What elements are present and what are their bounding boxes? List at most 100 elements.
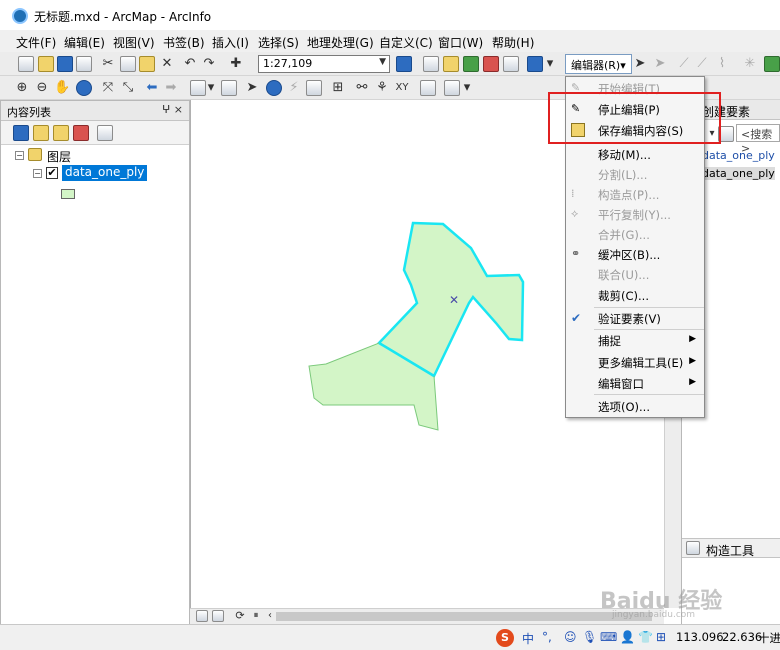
menu-customize[interactable]: 自定义(C)	[379, 34, 433, 51]
zoom-in-icon[interactable]: ⊕	[14, 80, 30, 96]
menu-windows[interactable]: 窗口(W)	[438, 34, 483, 51]
menu-edit[interactable]: 编辑(E)	[64, 34, 105, 51]
delete-icon[interactable]: ✕	[159, 56, 175, 72]
select-features-icon[interactable]	[190, 80, 206, 96]
find-route-icon[interactable]: ⚘	[374, 80, 390, 96]
collapse-icon[interactable]: −	[15, 151, 24, 160]
menu-item-move[interactable]: 移动(M)...	[566, 144, 704, 164]
menu-item-union[interactable]: 联合(U)...	[566, 264, 704, 284]
menu-insert[interactable]: 插入(I)	[212, 34, 249, 51]
menu-item-split[interactable]: 分割(L)...	[566, 164, 704, 184]
toolbar-overflow-icon[interactable]: ▾	[545, 56, 555, 72]
menu-item-copy-parallel[interactable]: ⟡ 平行复制(Y)...	[566, 204, 704, 224]
menu-view[interactable]: 视图(V)	[113, 34, 155, 51]
time-slider-icon[interactable]	[420, 80, 436, 96]
copy-icon[interactable]	[120, 56, 136, 72]
layer-symbol-swatch[interactable]	[61, 189, 75, 199]
add-data-icon[interactable]: ✚	[228, 56, 244, 72]
end-point-arc-icon[interactable]: ⟋	[694, 56, 710, 72]
viewer-window-icon[interactable]	[444, 80, 460, 96]
menu-help[interactable]: 帮助(H)	[492, 34, 534, 51]
go-to-xy-icon[interactable]: XY	[394, 80, 410, 96]
trace-icon[interactable]: ⌇	[714, 56, 730, 72]
menu-item-editing-windows[interactable]: 编辑窗口 ▶	[566, 373, 704, 393]
menu-item-validate-features[interactable]: ✔ 验证要素(V)	[566, 308, 704, 328]
layers-group-label[interactable]: 图层	[47, 148, 71, 165]
select-elements-icon[interactable]: ➤	[244, 80, 260, 96]
editor-toolbar-icon[interactable]	[396, 56, 412, 72]
sketch-properties-icon[interactable]	[764, 56, 780, 72]
map-horizontal-scrollbar[interactable]: ⟳ ⏸ ‹	[190, 608, 664, 624]
voice-input-icon[interactable]: 🎙	[582, 630, 597, 644]
go-back-icon[interactable]: ⬅	[144, 80, 160, 96]
toc-options-icon[interactable]	[97, 125, 113, 141]
measure-icon[interactable]: ⊞	[330, 80, 346, 96]
data-view-icon[interactable]	[196, 610, 208, 622]
refresh-icon[interactable]: ⟳	[232, 608, 248, 624]
point-icon[interactable]: ✳	[742, 56, 758, 72]
save-icon[interactable]	[57, 56, 73, 72]
menu-bookmarks[interactable]: 书签(B)	[163, 34, 205, 51]
full-extent-globe-icon[interactable]	[76, 80, 92, 96]
menu-item-options[interactable]: 选项(O)...	[566, 396, 704, 416]
menu-item-snapping[interactable]: 捕捉 ▶	[566, 330, 704, 350]
redo-icon[interactable]: ↷	[201, 56, 217, 72]
skin-icon[interactable]: 👤	[620, 630, 635, 644]
open-folder-icon[interactable]	[38, 56, 54, 72]
go-forward-icon[interactable]: ➡	[163, 80, 179, 96]
sogou-ime-logo[interactable]: S	[496, 629, 514, 647]
template-group-label[interactable]: data_one_ply	[702, 149, 775, 162]
ime-mode-indicator[interactable]: 中	[522, 630, 534, 647]
select-dropdown-icon[interactable]: ▾	[206, 80, 216, 96]
find-binoculars-icon[interactable]: ⚯	[354, 80, 370, 96]
toolbar2-overflow-icon[interactable]: ▾	[462, 80, 472, 96]
identify-icon[interactable]	[266, 80, 282, 96]
edit-annotation-icon[interactable]: ➤	[652, 56, 668, 72]
menu-selection[interactable]: 选择(S)	[258, 34, 299, 51]
hyperlink-icon[interactable]: ⚡	[286, 80, 302, 96]
menu-file[interactable]: 文件(F)	[16, 34, 56, 51]
model-builder-icon[interactable]	[527, 56, 543, 72]
edit-tool-icon[interactable]: ➤	[632, 56, 648, 72]
menu-item-merge[interactable]: 合并(G)...	[566, 224, 704, 244]
menu-item-more-editing-tools[interactable]: 更多编辑工具(E) ▶	[566, 352, 704, 372]
straight-segment-icon[interactable]: ⟋	[676, 56, 692, 72]
layer-visibility-checkbox[interactable]: ✔	[46, 167, 58, 179]
toc-pin-close-buttons[interactable]: ⵖ ×	[162, 103, 183, 116]
scrollbar-thumb[interactable]	[276, 612, 652, 621]
keyboard-icon[interactable]: ⌨	[600, 630, 617, 644]
template-search-input[interactable]: <搜索>	[736, 124, 780, 155]
emoji-icon[interactable]: ☺	[564, 630, 577, 644]
template-item-data-one-ply[interactable]: data_one_ply	[702, 167, 775, 180]
menu-item-construct-points[interactable]: ⁞ 构造点(P)...	[566, 184, 704, 204]
layout-view-icon[interactable]	[212, 610, 224, 622]
arctoolbox-icon[interactable]	[483, 56, 499, 72]
pan-hand-icon[interactable]: ✋	[54, 80, 70, 96]
table-of-contents-icon[interactable]	[423, 56, 439, 72]
menu-geoprocessing[interactable]: 地理处理(G)	[307, 34, 374, 51]
print-icon[interactable]	[76, 56, 92, 72]
zoom-out-icon[interactable]: ⊖	[34, 80, 50, 96]
ime-toolbar[interactable]: S 中 °, ☺ 🎙 ⌨ 👤 👕 ⊞	[496, 628, 674, 648]
punctuation-icon[interactable]: °,	[542, 630, 552, 644]
html-popup-icon[interactable]	[306, 80, 322, 96]
search-window-icon[interactable]	[463, 56, 479, 72]
list-by-source-icon[interactable]	[33, 125, 49, 141]
ime-menu-icon[interactable]: ⊞	[656, 630, 666, 644]
catalog-icon[interactable]	[443, 56, 459, 72]
layer-data-one-ply[interactable]: data_one_ply	[62, 165, 148, 181]
python-window-icon[interactable]	[503, 56, 519, 72]
list-by-drawing-order-icon[interactable]	[13, 125, 29, 141]
menu-item-buffer[interactable]: ⚭ 缓冲区(B)...	[566, 244, 704, 264]
editor-menu-button[interactable]: 编辑器(R)▾	[565, 54, 632, 74]
toolbox-icon[interactable]: 👕	[638, 630, 653, 644]
collapse-layer-icon[interactable]: −	[33, 169, 42, 178]
new-document-icon[interactable]	[18, 56, 34, 72]
map-scale-input[interactable]: 1:27,109 ▼	[258, 55, 390, 73]
menu-item-clip[interactable]: 裁剪(C)...	[566, 285, 704, 305]
list-by-visibility-icon[interactable]	[53, 125, 69, 141]
paste-icon[interactable]	[139, 56, 155, 72]
clear-selection-icon[interactable]	[221, 80, 237, 96]
fixed-zoom-in-icon[interactable]: ⤧	[100, 80, 116, 96]
list-by-selection-icon[interactable]	[73, 125, 89, 141]
